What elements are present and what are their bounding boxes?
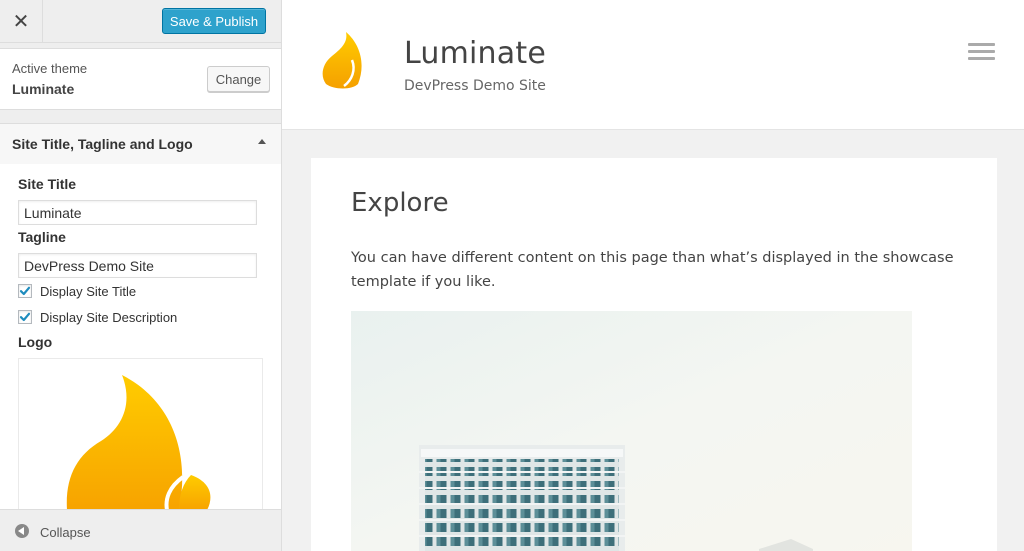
flame-logo-icon[interactable] bbox=[320, 30, 364, 90]
post-text: You can have different content on this p… bbox=[351, 250, 954, 290]
display-site-description-checkbox[interactable]: Display Site Description bbox=[18, 308, 177, 326]
display-site-title-label: Display Site Title bbox=[40, 283, 137, 299]
section-body: Site Title Tagline Display Site Title Di… bbox=[0, 164, 281, 511]
site-tagline: DevPress Demo Site bbox=[404, 78, 546, 94]
section-header-site-title[interactable]: Site Title, Tagline and Logo bbox=[0, 123, 281, 165]
menu-icon[interactable] bbox=[968, 43, 995, 61]
tagline-input[interactable] bbox=[18, 253, 257, 278]
logo-label: Logo bbox=[18, 334, 53, 350]
active-theme-panel: Active theme Luminate Change bbox=[0, 48, 281, 110]
change-theme-button[interactable]: Change bbox=[207, 66, 270, 92]
site-preview: Luminate DevPress Demo Site Explore You … bbox=[282, 0, 1024, 551]
building-photo-graphic bbox=[351, 311, 912, 551]
customizer-sidebar: ✕ Save & Publish Active theme Luminate C… bbox=[0, 0, 282, 551]
building-photo bbox=[351, 311, 912, 551]
site-title-input[interactable] bbox=[18, 200, 257, 225]
checkbox[interactable] bbox=[18, 284, 32, 298]
site-title[interactable]: Luminate bbox=[404, 36, 546, 71]
checkmark-icon bbox=[19, 312, 31, 322]
content-card: Explore You can have different content o… bbox=[311, 158, 997, 551]
post-title: Explore bbox=[351, 188, 449, 218]
close-icon[interactable]: ✕ bbox=[0, 0, 43, 42]
display-site-description-label: Display Site Description bbox=[40, 309, 178, 325]
checkbox[interactable] bbox=[18, 310, 32, 324]
save-publish-button[interactable]: Save & Publish bbox=[162, 8, 266, 34]
flame-logo-icon bbox=[66, 375, 211, 510]
display-site-title-checkbox[interactable]: Display Site Title bbox=[18, 282, 136, 300]
active-theme-name: Luminate bbox=[12, 81, 75, 97]
site-header: Luminate DevPress Demo Site bbox=[282, 0, 1024, 130]
collapse-sidebar-button[interactable]: Collapse bbox=[0, 509, 281, 551]
customizer-header: ✕ Save & Publish bbox=[0, 0, 281, 43]
collapse-arrow-icon bbox=[258, 139, 266, 144]
active-theme-label: Active theme bbox=[12, 61, 88, 76]
collapse-icon bbox=[15, 524, 29, 538]
site-title-label: Site Title bbox=[18, 176, 77, 192]
logo-preview[interactable] bbox=[18, 358, 263, 511]
tagline-label: Tagline bbox=[18, 229, 66, 245]
checkmark-icon bbox=[19, 286, 31, 296]
collapse-label: Collapse bbox=[40, 525, 91, 540]
section-title: Site Title, Tagline and Logo bbox=[12, 136, 193, 152]
